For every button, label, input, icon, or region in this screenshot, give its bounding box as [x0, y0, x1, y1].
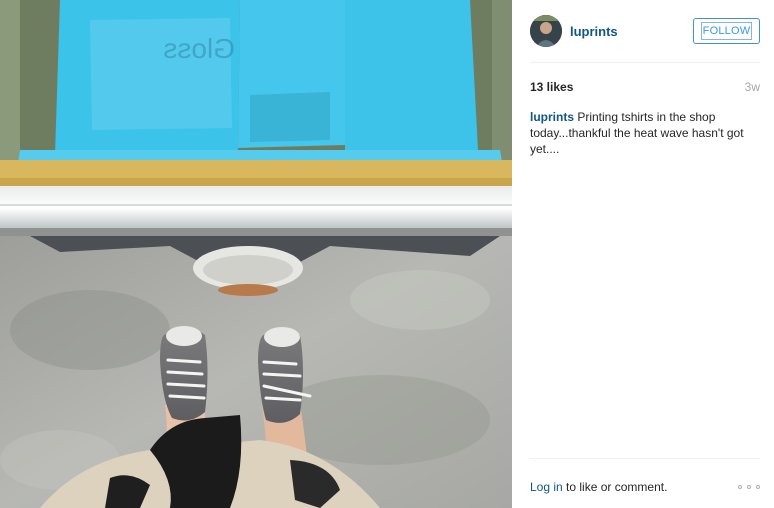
user-avatar[interactable]	[530, 15, 562, 47]
caption-username-link[interactable]: luprints	[530, 110, 574, 124]
login-prompt-suffix: to like or comment.	[562, 480, 668, 494]
follow-button-label: FOLLOW	[700, 22, 753, 40]
post-age[interactable]: 3w	[745, 80, 760, 94]
more-dot-icon	[738, 485, 742, 489]
username-link[interactable]: luprints	[570, 24, 618, 39]
login-link[interactable]: Log in	[530, 480, 563, 494]
likes-count[interactable]: 13 likes	[530, 80, 573, 94]
post-caption: luprints Printing tshirts in the shop to…	[530, 109, 762, 157]
more-dot-icon	[756, 485, 760, 489]
avatar-image	[530, 15, 562, 47]
photo-illustration: Gloss	[0, 0, 512, 508]
more-dot-icon	[747, 485, 751, 489]
post-header: luprints FOLLOW	[530, 0, 760, 63]
post-details-panel: luprints FOLLOW 13 likes 3w luprints Pri…	[512, 0, 774, 508]
screen-stencil-text: Gloss	[163, 33, 235, 64]
login-prompt: Log in to like or comment.	[530, 480, 667, 494]
more-options-icon[interactable]	[738, 483, 760, 491]
post-photo[interactable]: Gloss	[0, 0, 512, 508]
instagram-post: Gloss luprints FOLLOW 13 likes 3w luprin…	[0, 0, 774, 508]
post-footer: Log in to like or comment.	[530, 458, 760, 508]
follow-button[interactable]: FOLLOW	[693, 18, 760, 44]
